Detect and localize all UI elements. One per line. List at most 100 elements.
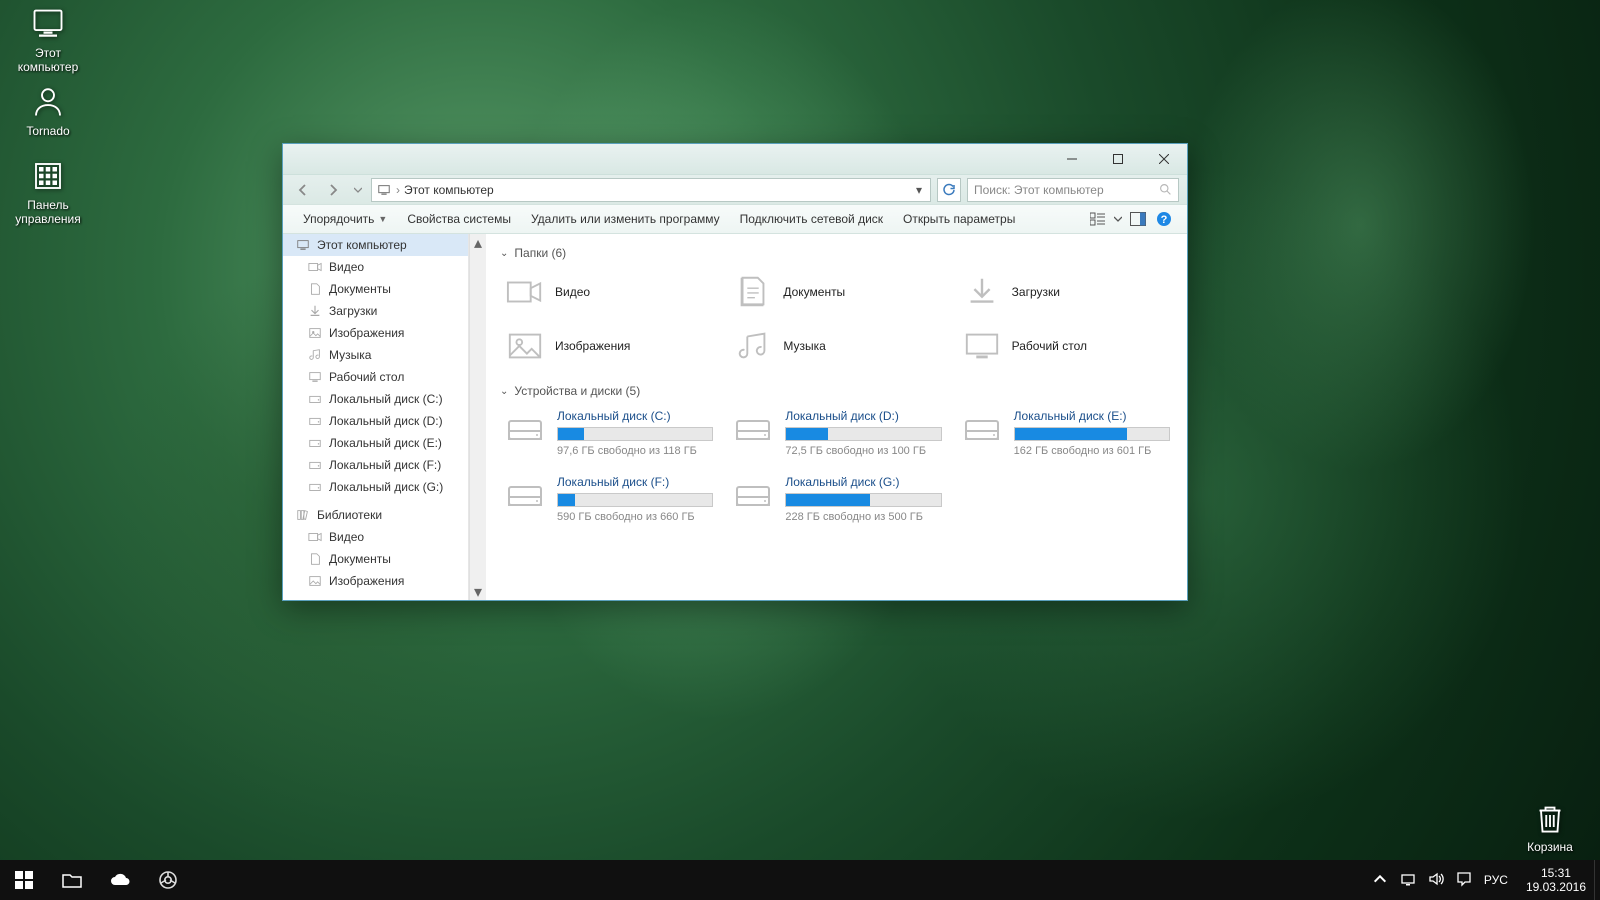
nav-drive-g[interactable]: Локальный диск (G:)	[283, 476, 468, 498]
maximize-button[interactable]	[1095, 144, 1141, 174]
downloads-icon	[307, 303, 323, 319]
minimize-button[interactable]	[1049, 144, 1095, 174]
taskbar-app-cloud[interactable]	[96, 860, 144, 900]
view-options-button[interactable]	[1085, 207, 1111, 231]
music-icon	[733, 327, 773, 365]
drive-e[interactable]: Локальный диск (E:)162 ГБ свободно из 60…	[957, 406, 1173, 460]
group-drives-header[interactable]: ⌄Устройства и диски (5)	[500, 384, 1173, 398]
drive-icon	[960, 409, 1004, 449]
video-icon	[307, 259, 323, 275]
chevron-down-icon: ⌄	[500, 248, 508, 259]
drive-f[interactable]: Локальный диск (F:)590 ГБ свободно из 66…	[500, 472, 716, 526]
nav-pictures[interactable]: Изображения	[283, 322, 468, 344]
nav-scrollbar[interactable]: ▴ ▾	[469, 234, 486, 600]
drive-icon	[307, 457, 323, 473]
desktop-icon-control-panel[interactable]: Панель управления	[8, 158, 88, 226]
drive-icon	[731, 475, 775, 515]
titlebar[interactable]	[283, 144, 1187, 174]
nav-lib-video[interactable]: Видео	[283, 526, 468, 548]
tray-clock[interactable]: 15:31 19.03.2016	[1518, 866, 1594, 895]
refresh-button[interactable]	[937, 178, 961, 202]
monitor-icon	[30, 6, 66, 42]
documents-icon	[733, 273, 773, 311]
usage-bar	[1014, 427, 1170, 441]
usage-bar	[557, 427, 713, 441]
cmd-system-properties[interactable]: Свойства системы	[397, 208, 521, 230]
view-dropdown[interactable]	[1111, 207, 1125, 231]
label: Панель управления	[8, 198, 88, 226]
nav-forward-button[interactable]	[321, 178, 345, 202]
libraries-icon	[295, 507, 311, 523]
nav-documents[interactable]: Документы	[283, 278, 468, 300]
svg-text:?: ?	[1161, 214, 1168, 226]
chevron-down-icon: ⌄	[500, 386, 508, 397]
tray-volume-icon[interactable]	[1428, 871, 1444, 890]
nav-history-dropdown[interactable]	[351, 178, 365, 202]
tray-language[interactable]: РУС	[1484, 873, 1508, 887]
scroll-up-button[interactable]: ▴	[470, 234, 486, 251]
cmd-organize[interactable]: Упорядочить▼	[293, 208, 397, 230]
computer-icon	[376, 182, 392, 198]
computer-icon	[295, 237, 311, 253]
address-box[interactable]: › Этот компьютер ▾	[371, 178, 931, 202]
address-text: Этот компьютер	[404, 183, 494, 197]
drive-icon	[307, 413, 323, 429]
tray-network-icon[interactable]	[1400, 871, 1416, 890]
explorer-window: › Этот компьютер ▾ Поиск: Этот компьютер…	[282, 143, 1188, 601]
drive-c[interactable]: Локальный диск (C:)97,6 ГБ свободно из 1…	[500, 406, 716, 460]
address-dropdown[interactable]: ▾	[912, 183, 926, 197]
close-button[interactable]	[1141, 144, 1187, 174]
desktop-icon-computer[interactable]: Этот компьютер	[8, 6, 88, 74]
tray-overflow[interactable]	[1372, 871, 1388, 890]
folder-pictures[interactable]: Изображения	[500, 322, 716, 370]
nav-back-button[interactable]	[291, 178, 315, 202]
nav-lib-docs[interactable]: Документы	[283, 548, 468, 570]
cmd-open-settings[interactable]: Открыть параметры	[893, 208, 1025, 230]
user-icon	[30, 84, 66, 120]
nav-music[interactable]: Музыка	[283, 344, 468, 366]
tray-action-center-icon[interactable]	[1456, 871, 1472, 890]
nav-drive-f[interactable]: Локальный диск (F:)	[283, 454, 468, 476]
search-box[interactable]: Поиск: Этот компьютер	[967, 178, 1179, 202]
pictures-icon	[307, 573, 323, 589]
downloads-icon	[962, 273, 1002, 311]
folder-video[interactable]: Видео	[500, 268, 716, 316]
usage-bar	[785, 493, 941, 507]
nav-desktop[interactable]: Рабочий стол	[283, 366, 468, 388]
drive-icon	[307, 479, 323, 495]
nav-drive-c[interactable]: Локальный диск (C:)	[283, 388, 468, 410]
nav-pane: Этот компьютер Видео Документы Загрузки …	[283, 234, 469, 600]
nav-downloads[interactable]: Загрузки	[283, 300, 468, 322]
group-folders-header[interactable]: ⌄Папки (6)	[500, 246, 1173, 260]
preview-pane-button[interactable]	[1125, 207, 1151, 231]
scroll-down-button[interactable]: ▾	[470, 583, 486, 600]
drive-icon	[731, 409, 775, 449]
cmd-map-drive[interactable]: Подключить сетевой диск	[730, 208, 893, 230]
drive-g[interactable]: Локальный диск (G:)228 ГБ свободно из 50…	[728, 472, 944, 526]
start-button[interactable]	[0, 860, 48, 900]
help-button[interactable]: ?	[1151, 207, 1177, 231]
drive-icon	[503, 475, 547, 515]
label: Tornado	[26, 124, 69, 138]
documents-icon	[307, 281, 323, 297]
nav-libraries[interactable]: Библиотеки	[283, 504, 468, 526]
drive-d[interactable]: Локальный диск (D:)72,5 ГБ свободно из 1…	[728, 406, 944, 460]
desktop-icon-trash[interactable]: Корзина	[1510, 800, 1590, 854]
desktop-icon	[307, 369, 323, 385]
usage-bar	[785, 427, 941, 441]
desktop-icon-tornado[interactable]: Tornado	[8, 84, 88, 138]
folder-music[interactable]: Музыка	[728, 322, 944, 370]
folder-desktop[interactable]: Рабочий стол	[957, 322, 1173, 370]
nav-lib-pics[interactable]: Изображения	[283, 570, 468, 592]
folder-documents[interactable]: Документы	[728, 268, 944, 316]
cmd-uninstall-program[interactable]: Удалить или изменить программу	[521, 208, 730, 230]
search-icon	[1159, 183, 1172, 196]
nav-drive-d[interactable]: Локальный диск (D:)	[283, 410, 468, 432]
show-desktop-button[interactable]	[1594, 860, 1600, 900]
taskbar-explorer[interactable]	[48, 860, 96, 900]
taskbar-chrome[interactable]	[144, 860, 192, 900]
folder-downloads[interactable]: Загрузки	[957, 268, 1173, 316]
nav-this-pc[interactable]: Этот компьютер	[283, 234, 468, 256]
nav-video[interactable]: Видео	[283, 256, 468, 278]
nav-drive-e[interactable]: Локальный диск (E:)	[283, 432, 468, 454]
